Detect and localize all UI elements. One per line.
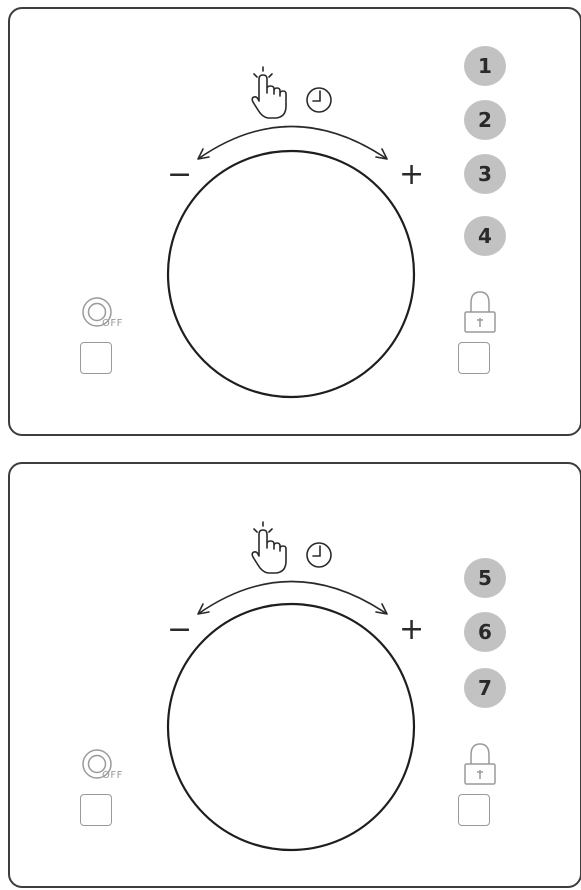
main-dial[interactable] [166,149,416,399]
control-panel-2: − + OFF 5 6 7 [8,462,581,888]
step-badge: 2 [464,100,506,140]
plus-sign: + [399,157,425,192]
step-badge: 3 [464,154,506,194]
step-badge: 4 [464,216,506,256]
minus-sign: − [167,157,193,192]
main-dial[interactable] [166,602,416,852]
off-label: OFF [102,318,123,329]
step-badge: 6 [464,612,506,652]
touch-hand-icon [251,66,287,119]
lock-button[interactable] [458,794,490,826]
step-badge: 7 [464,668,506,708]
touch-hand-icon [251,521,287,574]
clock-icon [306,87,332,113]
power-off-button[interactable] [80,794,112,826]
plus-sign: + [399,612,425,647]
minus-sign: − [167,612,193,647]
control-panel-1: − + OFF 1 2 3 4 [8,7,581,436]
lock-button[interactable] [458,342,490,374]
power-off-button[interactable] [80,342,112,374]
lock-icon [464,743,496,785]
off-label: OFF [102,770,123,781]
step-badge: 1 [464,46,506,86]
step-badge: 5 [464,558,506,598]
clock-icon [306,542,332,568]
lock-icon [464,291,496,333]
